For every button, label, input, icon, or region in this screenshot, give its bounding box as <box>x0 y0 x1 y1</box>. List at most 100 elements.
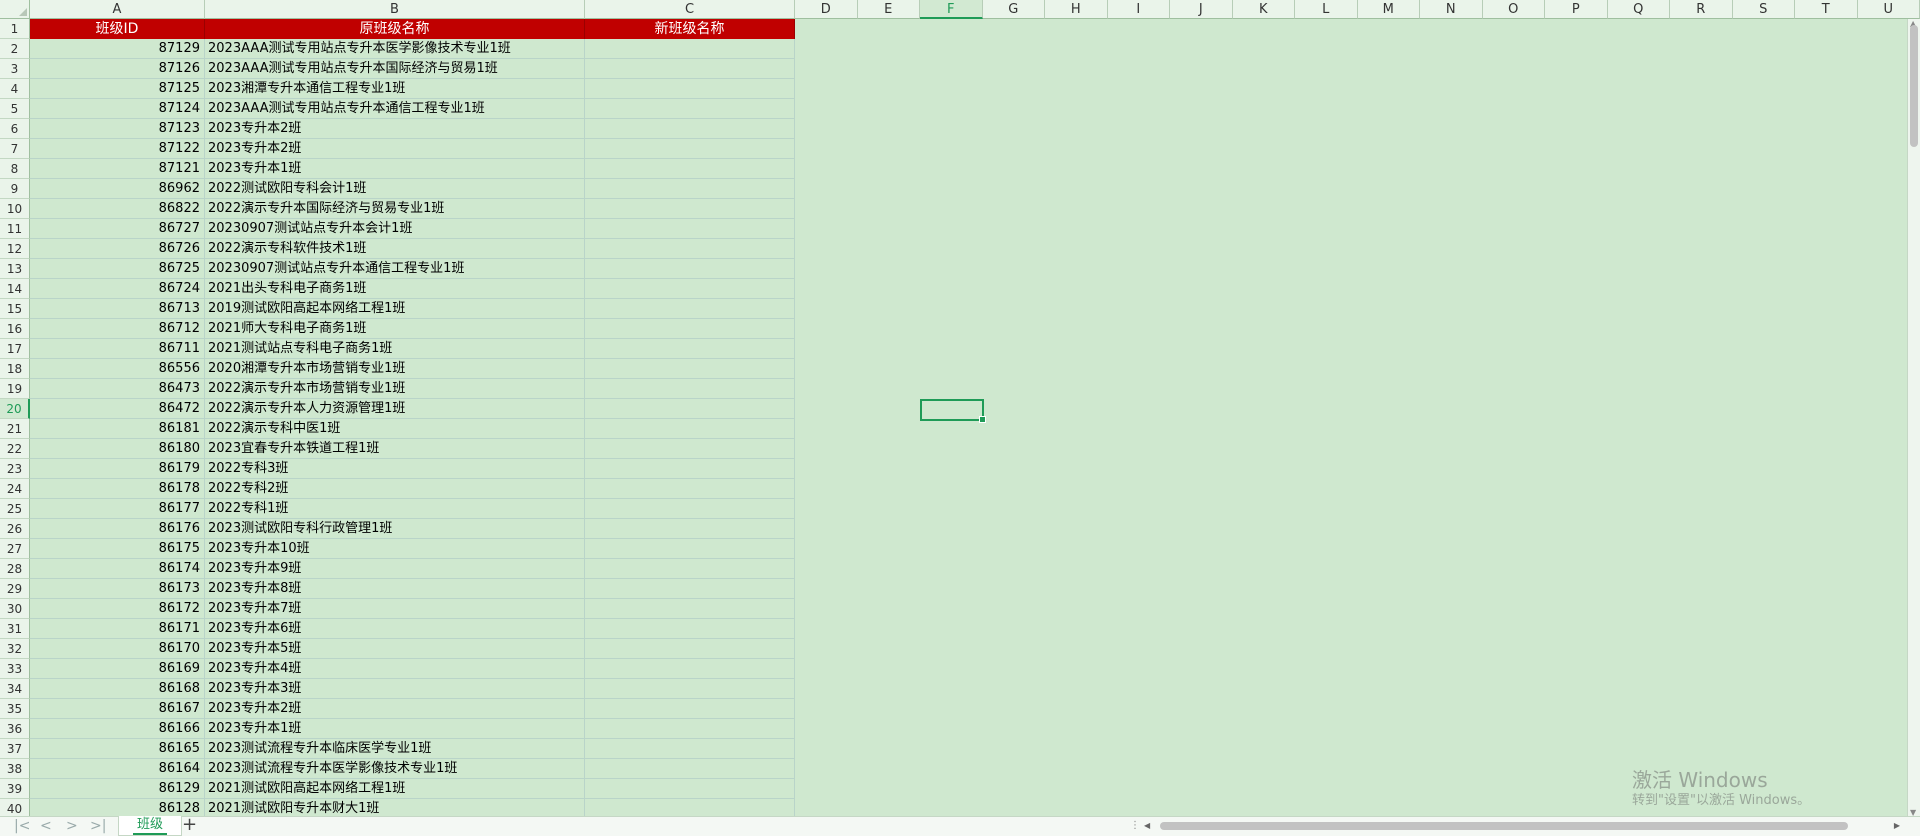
cell-new-name[interactable] <box>585 259 795 279</box>
row-header-39[interactable]: 39 <box>0 779 30 799</box>
cell-new-name[interactable] <box>585 119 795 139</box>
column-header-c[interactable]: C <box>585 0 795 19</box>
cell-new-name[interactable] <box>585 719 795 739</box>
row-header-26[interactable]: 26 <box>0 519 30 539</box>
cell-original-name[interactable]: 2023湘潭专升本通信工程专业1班 <box>205 79 585 99</box>
cell-new-name[interactable] <box>585 479 795 499</box>
column-header-b[interactable]: B <box>205 0 585 19</box>
cell-new-name[interactable] <box>585 419 795 439</box>
column-header-h[interactable]: H <box>1045 0 1108 19</box>
tab-splitter-icon[interactable]: ⋮ <box>1130 820 1140 832</box>
first-sheet-icon[interactable]: |< <box>14 817 30 835</box>
cell-new-name[interactable] <box>585 319 795 339</box>
cell-class-id[interactable]: 86711 <box>30 339 205 359</box>
cell-new-name[interactable] <box>585 759 795 779</box>
cell-original-name[interactable]: 2022演示专升本市场营销专业1班 <box>205 379 585 399</box>
row-header-28[interactable]: 28 <box>0 559 30 579</box>
column-header-l[interactable]: L <box>1295 0 1358 19</box>
cell-original-name[interactable]: 2021出头专科电子商务1班 <box>205 279 585 299</box>
row-header-21[interactable]: 21 <box>0 419 30 439</box>
column-header-d[interactable]: D <box>795 0 858 19</box>
cell-new-name[interactable] <box>585 639 795 659</box>
row-header-33[interactable]: 33 <box>0 659 30 679</box>
select-all-corner[interactable] <box>0 0 30 19</box>
cell-original-name[interactable]: 2023专升本2班 <box>205 699 585 719</box>
cell-original-name[interactable]: 2020湘潭专升本市场营销专业1班 <box>205 359 585 379</box>
cell-new-name[interactable] <box>585 299 795 319</box>
cell-new-name[interactable] <box>585 599 795 619</box>
cell-original-name[interactable]: 2023专升本1班 <box>205 719 585 739</box>
header-cell-class-id[interactable]: 班级ID <box>30 19 205 39</box>
cell-new-name[interactable] <box>585 359 795 379</box>
cell-new-name[interactable] <box>585 499 795 519</box>
cell-new-name[interactable] <box>585 59 795 79</box>
scroll-right-icon[interactable]: ▶ <box>1894 819 1900 833</box>
cell-original-name[interactable]: 2023专升本3班 <box>205 679 585 699</box>
cell-original-name[interactable]: 2023宜春专升本铁道工程1班 <box>205 439 585 459</box>
row-header-4[interactable]: 4 <box>0 79 30 99</box>
cell-new-name[interactable] <box>585 159 795 179</box>
prev-sheet-icon[interactable]: < <box>40 817 52 835</box>
cell-class-id[interactable]: 86176 <box>30 519 205 539</box>
cell-new-name[interactable] <box>585 779 795 799</box>
cell-new-name[interactable] <box>585 739 795 759</box>
row-header-15[interactable]: 15 <box>0 299 30 319</box>
cell-original-name[interactable]: 2023专升本4班 <box>205 659 585 679</box>
cell-new-name[interactable] <box>585 559 795 579</box>
cell-original-name[interactable]: 2019测试欧阳高起本网络工程1班 <box>205 299 585 319</box>
column-header-o[interactable]: O <box>1482 0 1545 19</box>
cell-new-name[interactable] <box>585 519 795 539</box>
cell-original-name[interactable]: 2022测试欧阳专科会计1班 <box>205 179 585 199</box>
cell-original-name[interactable]: 2021测试欧阳高起本网络工程1班 <box>205 779 585 799</box>
row-header-13[interactable]: 13 <box>0 259 30 279</box>
cell-original-name[interactable]: 2023测试流程专升本医学影像技术专业1班 <box>205 759 585 779</box>
cell-class-id[interactable]: 86173 <box>30 579 205 599</box>
column-header-e[interactable]: E <box>857 0 920 19</box>
cell-original-name[interactable]: 2023专升本5班 <box>205 639 585 659</box>
row-header-2[interactable]: 2 <box>0 39 30 59</box>
row-header-14[interactable]: 14 <box>0 279 30 299</box>
cell-class-id[interactable]: 86170 <box>30 639 205 659</box>
cell-class-id[interactable]: 86165 <box>30 739 205 759</box>
cell-new-name[interactable] <box>585 239 795 259</box>
column-header-a[interactable]: A <box>30 0 205 19</box>
row-header-29[interactable]: 29 <box>0 579 30 599</box>
header-cell-original-name[interactable]: 原班级名称 <box>205 19 585 39</box>
cell-class-id[interactable]: 86727 <box>30 219 205 239</box>
cell-new-name[interactable] <box>585 39 795 59</box>
cell-class-id[interactable]: 86172 <box>30 599 205 619</box>
row-header-24[interactable]: 24 <box>0 479 30 499</box>
cell-class-id[interactable]: 86725 <box>30 259 205 279</box>
cell-original-name[interactable]: 2023专升本2班 <box>205 119 585 139</box>
row-header-27[interactable]: 27 <box>0 539 30 559</box>
column-header-r[interactable]: R <box>1670 0 1733 19</box>
column-header-p[interactable]: P <box>1545 0 1608 19</box>
row-header-1[interactable]: 1 <box>0 19 30 39</box>
cell-original-name[interactable]: 2022演示专升本国际经济与贸易专业1班 <box>205 199 585 219</box>
cell-new-name[interactable] <box>585 439 795 459</box>
cell-new-name[interactable] <box>585 659 795 679</box>
header-cell-new-name[interactable]: 新班级名称 <box>585 19 795 39</box>
cell-original-name[interactable]: 2022演示专科软件技术1班 <box>205 239 585 259</box>
cell-class-id[interactable]: 87126 <box>30 59 205 79</box>
tab-banji[interactable]: 班级 <box>118 816 182 836</box>
active-cell-selection[interactable] <box>920 399 986 423</box>
column-header-g[interactable]: G <box>982 0 1045 19</box>
cell-class-id[interactable]: 86962 <box>30 179 205 199</box>
cell-class-id[interactable]: 86169 <box>30 659 205 679</box>
cell-original-name[interactable]: 2023专升本1班 <box>205 159 585 179</box>
cell-new-name[interactable] <box>585 539 795 559</box>
cell-class-id[interactable]: 86171 <box>30 619 205 639</box>
cell-original-name[interactable]: 2023测试欧阳专科行政管理1班 <box>205 519 585 539</box>
cell-new-name[interactable] <box>585 459 795 479</box>
column-header-t[interactable]: T <box>1795 0 1858 19</box>
cell-original-name[interactable]: 2023专升本6班 <box>205 619 585 639</box>
cell-class-id[interactable]: 86129 <box>30 779 205 799</box>
cell-new-name[interactable] <box>585 99 795 119</box>
column-header-n[interactable]: N <box>1420 0 1483 19</box>
column-header-f[interactable]: F <box>920 0 983 19</box>
cell-class-id[interactable]: 86167 <box>30 699 205 719</box>
column-header-u[interactable]: U <box>1857 0 1920 19</box>
row-header-36[interactable]: 36 <box>0 719 30 739</box>
cell-class-id[interactable]: 87121 <box>30 159 205 179</box>
